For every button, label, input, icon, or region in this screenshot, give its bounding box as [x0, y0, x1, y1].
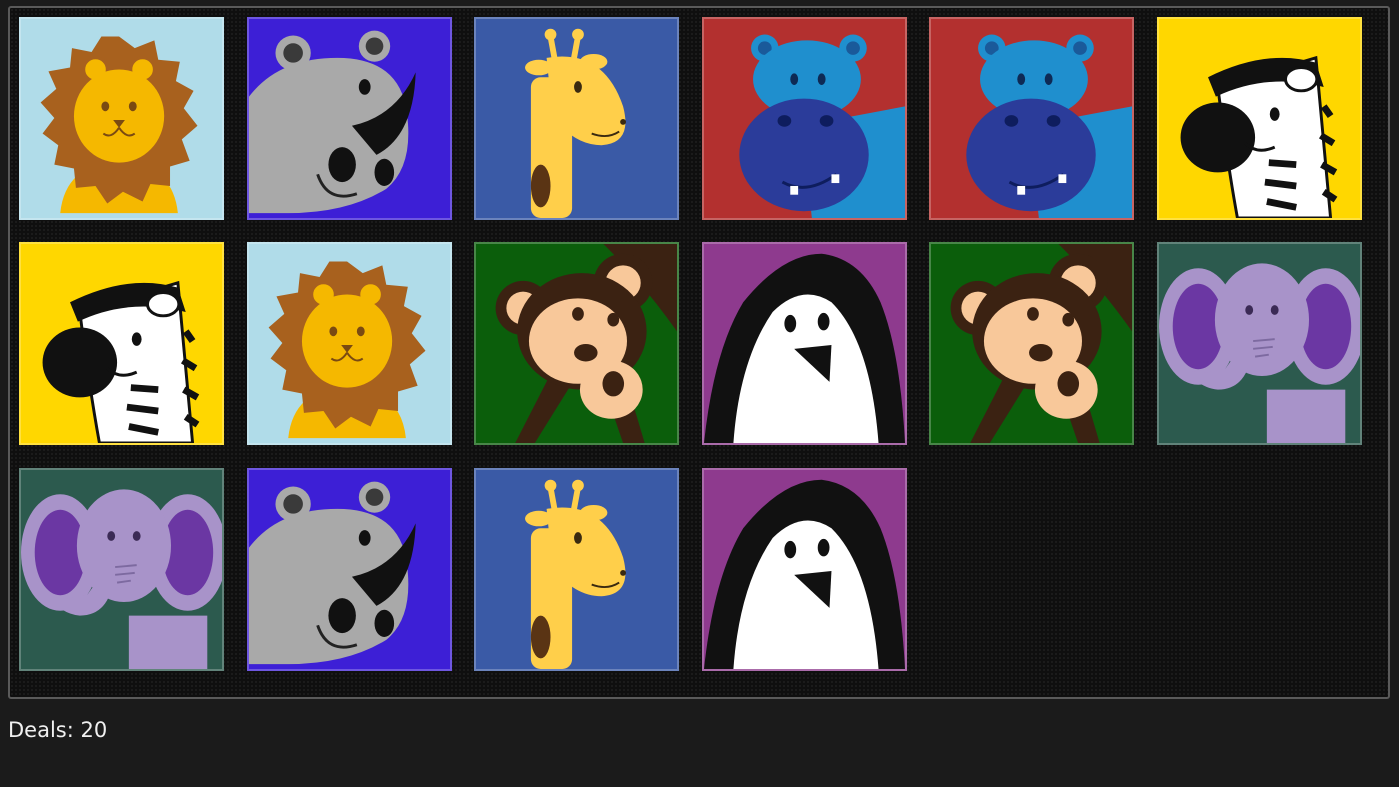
card-monkey[interactable]: [929, 242, 1134, 445]
card-hippo[interactable]: [702, 17, 907, 220]
elephant-face-icon: [1159, 263, 1360, 443]
card-elephant[interactable]: [1157, 242, 1362, 445]
zebra-face-icon: [1180, 55, 1338, 218]
card-hippo[interactable]: [929, 17, 1134, 220]
deals-counter: Deals: 20: [8, 718, 108, 742]
card-zebra[interactable]: [1157, 17, 1362, 220]
giraffe-face-icon: [525, 28, 627, 218]
card-rhino[interactable]: [247, 17, 452, 220]
hippo-face-icon: [966, 34, 1132, 218]
card-elephant[interactable]: [19, 468, 224, 671]
lion-face-icon: [268, 261, 426, 439]
lion-face-icon: [40, 36, 198, 214]
card-monkey[interactable]: [474, 242, 679, 445]
card-penguin[interactable]: [702, 242, 907, 445]
giraffe-face-icon: [525, 479, 627, 669]
elephant-face-icon: [21, 489, 222, 669]
card-giraffe[interactable]: [474, 17, 679, 220]
hippo-face-icon: [739, 34, 905, 218]
card-giraffe[interactable]: [474, 468, 679, 671]
zebra-face-icon: [42, 280, 200, 443]
monkey-face-icon: [495, 244, 677, 443]
rhino-face-icon: [249, 30, 416, 214]
card-zebra[interactable]: [19, 242, 224, 445]
penguin-face-icon: [704, 479, 905, 669]
card-rhino[interactable]: [247, 468, 452, 671]
card-penguin[interactable]: [702, 468, 907, 671]
rhino-face-icon: [249, 481, 416, 665]
monkey-face-icon: [950, 244, 1132, 443]
card-lion[interactable]: [247, 242, 452, 445]
card-lion[interactable]: [19, 17, 224, 220]
penguin-face-icon: [704, 253, 905, 443]
game-board: [8, 6, 1390, 699]
